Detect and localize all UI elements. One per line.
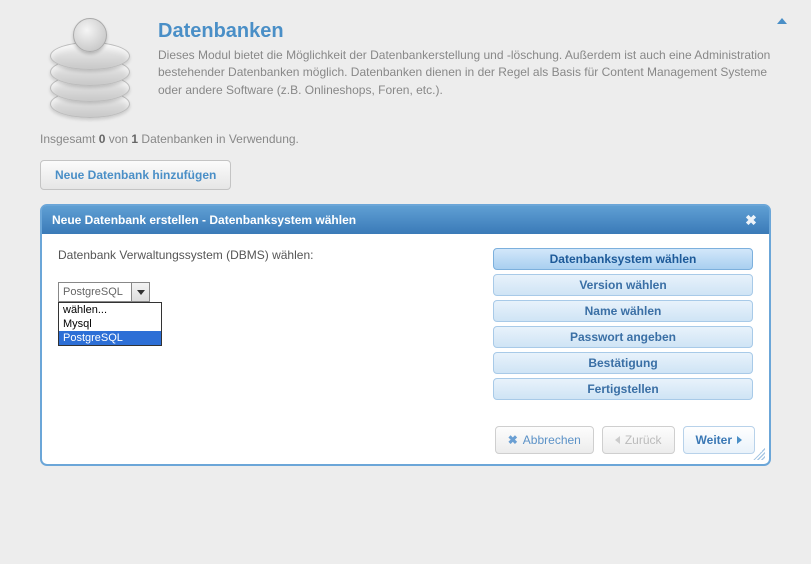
chevron-down-icon — [131, 283, 149, 301]
dropdown-option-placeholder[interactable]: wählen... — [59, 303, 161, 317]
database-icon — [40, 20, 140, 120]
dbms-select[interactable]: PostgreSQL — [58, 282, 150, 302]
back-button: Zurück — [602, 426, 675, 454]
page-description: Dieses Modul bietet die Möglichkeit der … — [158, 47, 771, 99]
page-title: Datenbanken — [158, 20, 771, 43]
dbms-dropdown: wählen... Mysql PostgreSQL — [58, 302, 162, 346]
wizard-steps: Datenbanksystem wählen Version wählen Na… — [493, 248, 753, 414]
dropdown-option-mysql[interactable]: Mysql — [59, 317, 161, 331]
module-header: Datenbanken Dieses Modul bietet die Mögl… — [40, 20, 771, 120]
modal-footer: ✖ Abbrechen Zurück Weiter — [56, 426, 755, 454]
collapse-icon[interactable] — [777, 18, 787, 24]
step-version[interactable]: Version wählen — [493, 274, 753, 296]
step-name[interactable]: Name wählen — [493, 300, 753, 322]
step-confirm[interactable]: Bestätigung — [493, 352, 753, 374]
step-dbms[interactable]: Datenbanksystem wählen — [493, 248, 753, 270]
modal-header: Neue Datenbank erstellen - Datenbanksyst… — [42, 206, 769, 234]
next-button[interactable]: Weiter — [683, 426, 755, 454]
step-password[interactable]: Passwort angeben — [493, 326, 753, 348]
modal-title: Neue Datenbank erstellen - Datenbanksyst… — [52, 213, 356, 227]
close-icon[interactable]: ✖ — [743, 212, 759, 228]
usage-text: Insgesamt 0 von 1 Datenbanken in Verwend… — [40, 132, 771, 146]
dropdown-option-postgresql[interactable]: PostgreSQL — [59, 331, 161, 345]
dbms-label: Datenbank Verwaltungssystem (DBMS) wähle… — [58, 248, 473, 262]
triangle-right-icon — [737, 436, 742, 444]
resize-handle-icon[interactable] — [753, 448, 765, 460]
create-database-modal: Neue Datenbank erstellen - Datenbanksyst… — [40, 204, 771, 466]
step-finish[interactable]: Fertigstellen — [493, 378, 753, 400]
cancel-button[interactable]: ✖ Abbrechen — [495, 426, 594, 454]
add-database-button[interactable]: Neue Datenbank hinzufügen — [40, 160, 231, 190]
dbms-select-value: PostgreSQL — [59, 286, 131, 298]
x-icon: ✖ — [508, 433, 518, 447]
triangle-left-icon — [615, 436, 620, 444]
